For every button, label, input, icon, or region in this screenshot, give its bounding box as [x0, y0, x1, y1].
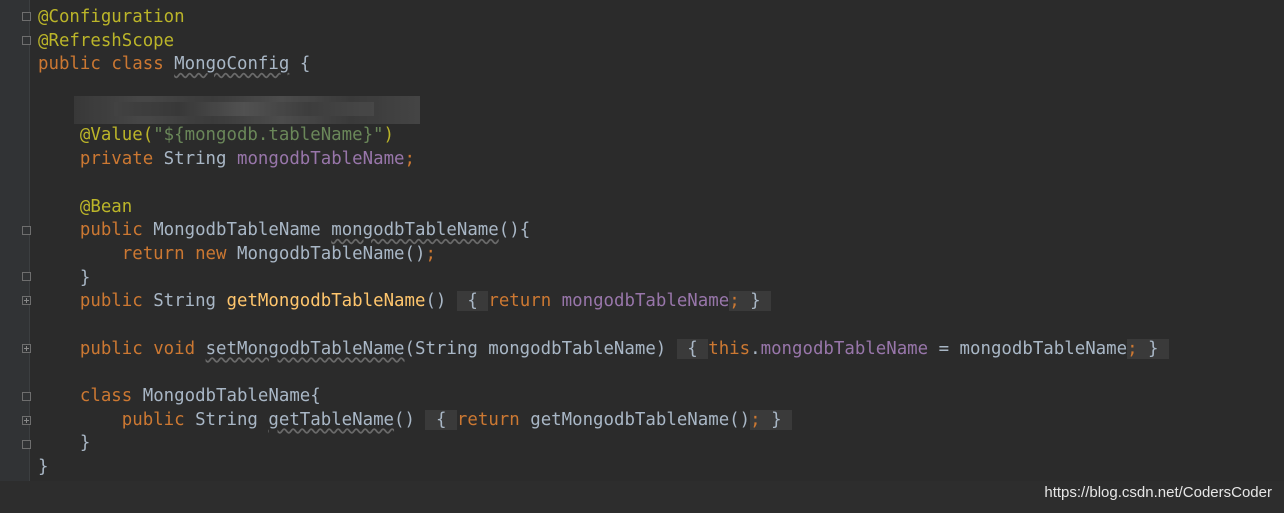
- method-name-token: getTableName: [268, 409, 395, 430]
- field-token: mongodbTableName: [236, 149, 405, 170]
- code-line: @Configuration: [38, 6, 1169, 30]
- keyword-token: private: [79, 149, 154, 170]
- annotation-token: @Configuration: [38, 7, 185, 27]
- field-token: mongodbTableName: [760, 338, 929, 359]
- keyword-token: void: [153, 338, 196, 359]
- folded-block-open[interactable]: {: [456, 291, 489, 312]
- semicolon-token: ;: [404, 149, 415, 170]
- folded-block-open[interactable]: {: [425, 409, 457, 430]
- keyword-token: public: [121, 409, 185, 430]
- code-line: class MongodbTableName{: [38, 385, 1169, 409]
- annotation-token: @Bean: [79, 196, 133, 217]
- fold-toggle-icon[interactable]: [22, 440, 31, 449]
- gutter-divider: [29, 0, 30, 513]
- semicolon-token: ;: [425, 243, 436, 264]
- keyword-token: return: [121, 243, 185, 264]
- params-token: (String mongodbTableName): [404, 338, 667, 359]
- folded-block-close[interactable]: ; }: [729, 291, 772, 312]
- brace-token: }: [79, 267, 91, 288]
- code-line: @Bean: [38, 196, 1169, 220]
- class-name-token: MongoConfig: [174, 54, 290, 75]
- code-line: public String getMongodbTableName() { re…: [38, 290, 1169, 314]
- type-token: String: [195, 409, 258, 430]
- class-name-token: MongodbTableName{: [142, 386, 321, 406]
- paren-token: (): [425, 291, 447, 312]
- field-token: mongodbTableName: [561, 291, 730, 312]
- fold-toggle-icon[interactable]: [22, 36, 31, 45]
- folded-block-close[interactable]: ; }: [1127, 338, 1170, 359]
- paren-token: (): [394, 409, 415, 430]
- editor-gutter: [0, 0, 30, 513]
- code-line: }: [38, 267, 1169, 291]
- assignment-token: = mongodbTableName: [938, 338, 1128, 359]
- brace-token: }: [38, 457, 49, 478]
- fold-toggle-icon[interactable]: [22, 272, 31, 281]
- folded-block-open[interactable]: {: [676, 338, 709, 359]
- string-token: "${mongodb.tableName}": [153, 125, 384, 146]
- method-name-token: getMongodbTableName: [226, 291, 426, 312]
- code-lines: @Configuration @RefreshScope public clas…: [38, 6, 1170, 480]
- dot-token: .: [750, 338, 761, 359]
- annotation-token: @Value(: [79, 125, 154, 146]
- keyword-token: public: [38, 54, 101, 75]
- keyword-token: return: [488, 291, 552, 312]
- code-line: @Value("${mongodb.tableName}"): [38, 124, 1169, 148]
- folded-block-close[interactable]: ; }: [750, 409, 793, 430]
- code-line: return new MongodbTableName();: [38, 243, 1169, 267]
- type-token: String: [163, 149, 227, 170]
- code-line: public MongodbTableName mongodbTableName…: [38, 219, 1169, 243]
- fold-toggle-icon[interactable]: [22, 12, 31, 21]
- annotation-token: ): [383, 125, 395, 146]
- keyword-token: class: [111, 54, 164, 75]
- code-line: public void setMongodbTableName(String m…: [38, 338, 1170, 362]
- fold-expand-icon[interactable]: [22, 344, 31, 353]
- method-name-token: mongodbTableName: [331, 220, 499, 241]
- fold-toggle-icon[interactable]: [22, 392, 31, 401]
- brace-token: }: [79, 433, 91, 454]
- keyword-token: new: [195, 243, 227, 264]
- keyword-token: public: [79, 291, 143, 312]
- code-editor[interactable]: @Configuration @RefreshScope public clas…: [0, 0, 1284, 513]
- fold-expand-icon[interactable]: [22, 296, 31, 305]
- constructor-call-token: MongodbTableName(): [236, 243, 426, 264]
- method-name-token: setMongodbTableName: [205, 338, 405, 359]
- code-line: }: [38, 432, 1169, 456]
- code-line: private String mongodbTableName;: [38, 148, 1169, 172]
- watermark-text: https://blog.csdn.net/CodersCoder: [1044, 484, 1272, 501]
- annotation-token: @RefreshScope: [38, 30, 175, 51]
- keyword-token: public: [79, 220, 143, 241]
- code-line: @RefreshScope: [38, 30, 1169, 54]
- method-call-token: getMongodbTableName(): [530, 409, 751, 430]
- paren-token: (){: [498, 220, 531, 241]
- type-token: String: [153, 291, 217, 312]
- code-line: public class MongoConfig {: [38, 53, 1169, 77]
- fold-toggle-icon[interactable]: [22, 226, 31, 235]
- code-line: }: [38, 456, 1169, 480]
- keyword-token: return: [456, 409, 520, 430]
- brace-token: {: [299, 54, 311, 75]
- type-token: MongodbTableName: [153, 220, 321, 241]
- keyword-token: class: [79, 386, 133, 406]
- fold-expand-icon[interactable]: [22, 416, 31, 425]
- keyword-token: this: [708, 338, 751, 359]
- keyword-token: public: [79, 338, 143, 359]
- code-line: public String getTableName() { return ge…: [38, 409, 1169, 433]
